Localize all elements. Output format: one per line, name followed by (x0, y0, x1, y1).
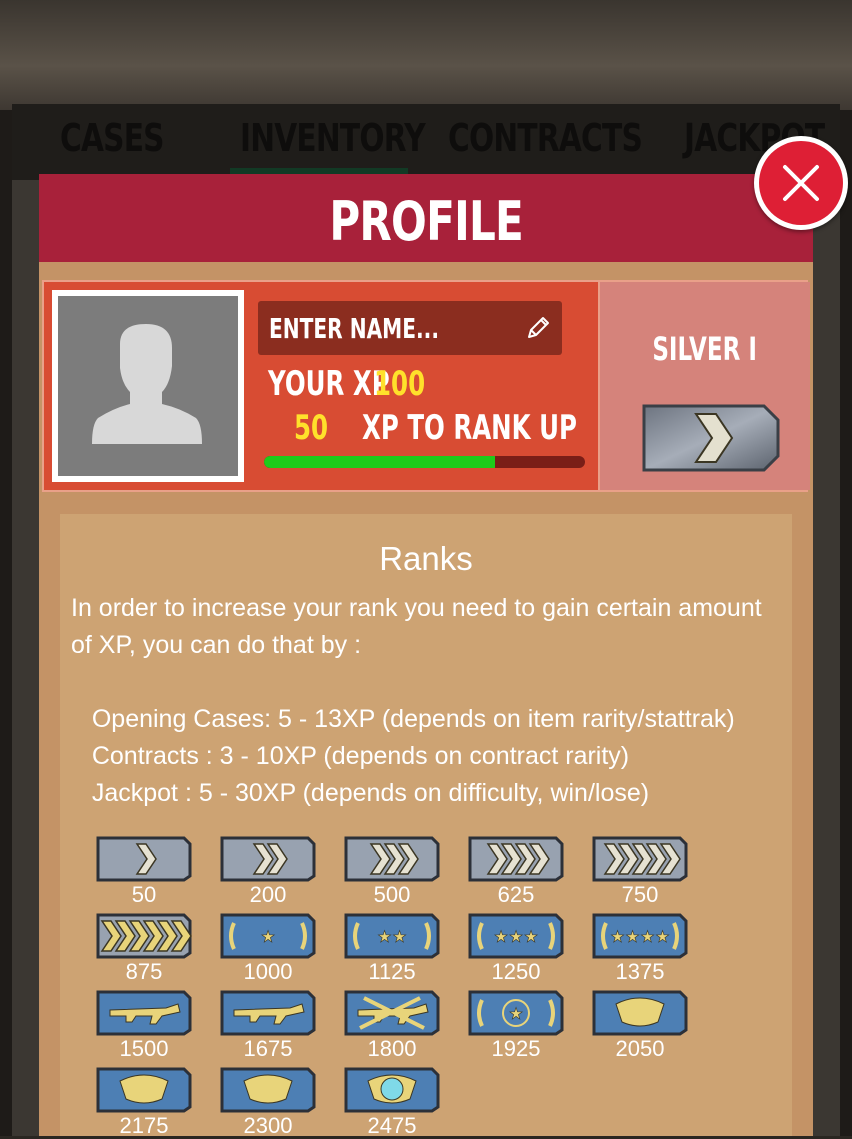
svg-text:★: ★ (509, 1006, 523, 1023)
rank-xp-label: 1250 (491, 959, 541, 984)
rank-xp-label: 1800 (367, 1036, 417, 1061)
xp-to-rank-label: XP TO RANK UP (362, 408, 577, 448)
avatar[interactable] (52, 290, 244, 482)
xp-label: YOUR XP (268, 364, 390, 404)
close-button[interactable] (754, 136, 848, 230)
rank-item: ★ ★ ★ ★ 1375 (592, 913, 688, 984)
rank-item: ★ 1000 (220, 913, 316, 984)
rank-item: 1675 (220, 990, 316, 1061)
rank-item: 2475 (344, 1067, 440, 1138)
tab-inventory[interactable]: INVENTORY (240, 116, 426, 160)
rank-xp-label: 2300 (243, 1113, 293, 1138)
rank-xp-label: 50 (131, 882, 157, 907)
rank-xp-label: 875 (125, 959, 163, 984)
rank-item: 1500 (96, 990, 192, 1061)
rank-item: 2050 (592, 990, 688, 1061)
silver-chevron-icon (642, 404, 780, 472)
svg-text:★: ★ (625, 929, 639, 946)
rank-item: 750 (592, 836, 688, 907)
svg-text:★: ★ (524, 929, 538, 946)
rank-xp-label: 1125 (368, 959, 416, 984)
svg-text:★: ★ (261, 929, 275, 946)
rank-item: 200 (220, 836, 316, 907)
rank-item: 875 (96, 913, 192, 984)
rank-xp-label: 625 (497, 882, 535, 907)
rank-name: SILVER I (652, 330, 758, 368)
svg-text:★: ★ (377, 929, 391, 946)
svg-text:★: ★ (494, 929, 508, 946)
tab-contracts[interactable]: CONTRACTS (448, 116, 643, 160)
rank-item: 2300 (220, 1067, 316, 1138)
tab-bar: CASES INVENTORY CONTRACTS JACKPOT (12, 104, 840, 180)
rank-item: 625 (468, 836, 564, 907)
svg-text:★: ★ (640, 929, 654, 946)
rank-item: 2175 (96, 1067, 192, 1138)
name-input[interactable]: ENTER NAME... (258, 301, 562, 355)
rank-item: ★ 1925 (468, 990, 564, 1061)
user-silhouette-icon (92, 324, 202, 444)
pencil-icon[interactable] (524, 314, 552, 342)
rank-item: 500 (344, 836, 440, 907)
rank-xp-label: 2050 (615, 1036, 665, 1061)
svg-text:★: ★ (509, 929, 523, 946)
name-placeholder: ENTER NAME... (269, 312, 439, 345)
close-icon (783, 165, 819, 201)
profile-header: PROFILE (39, 174, 813, 262)
rank-list: 50 200 500 625 750 875 ★ 1000 ★ ★ 1125 ★ ★ ★ 1… (60, 836, 792, 1138)
rank-xp-label: 2475 (367, 1113, 417, 1138)
xp-progress-fill (264, 456, 496, 468)
rank-item: 50 (96, 836, 192, 907)
rank-xp-label: 500 (373, 882, 411, 907)
tab-cases[interactable]: CASES (60, 116, 165, 160)
rank-xp-label: 2175 (119, 1113, 169, 1138)
xp-value: 100 (374, 364, 426, 404)
ranks-title: Ranks (379, 540, 473, 577)
rank-xp-label: 1675 (243, 1036, 293, 1061)
rank-xp-label: 1000 (243, 959, 293, 984)
svg-text:★: ★ (392, 929, 406, 946)
rank-xp-label: 750 (621, 882, 659, 907)
rank-xp-label: 1500 (119, 1036, 169, 1061)
rank-xp-label: 1375 (615, 959, 665, 984)
xp-progress-bar (264, 456, 585, 468)
rank-xp-label: 1925 (491, 1036, 541, 1061)
background-left (0, 110, 12, 1136)
page-title: PROFILE (329, 190, 523, 253)
background-right (840, 110, 852, 1136)
rank-xp-label: 200 (249, 882, 287, 907)
rank-item: ★ ★ ★ 1250 (468, 913, 564, 984)
rank-item: ★ ★ 1125 (344, 913, 440, 984)
svg-text:★: ★ (610, 929, 624, 946)
xp-to-rank-value: 50 (294, 408, 329, 448)
rank-item: 1800 (344, 990, 440, 1061)
ranks-description: In order to increase your rank you need … (71, 594, 762, 807)
svg-text:★: ★ (655, 929, 669, 946)
background-top (0, 0, 852, 110)
current-rank-box: SILVER I (598, 282, 810, 490)
profile-card: ENTER NAME... YOUR XP 100 50 XP TO RANK … (42, 280, 810, 492)
